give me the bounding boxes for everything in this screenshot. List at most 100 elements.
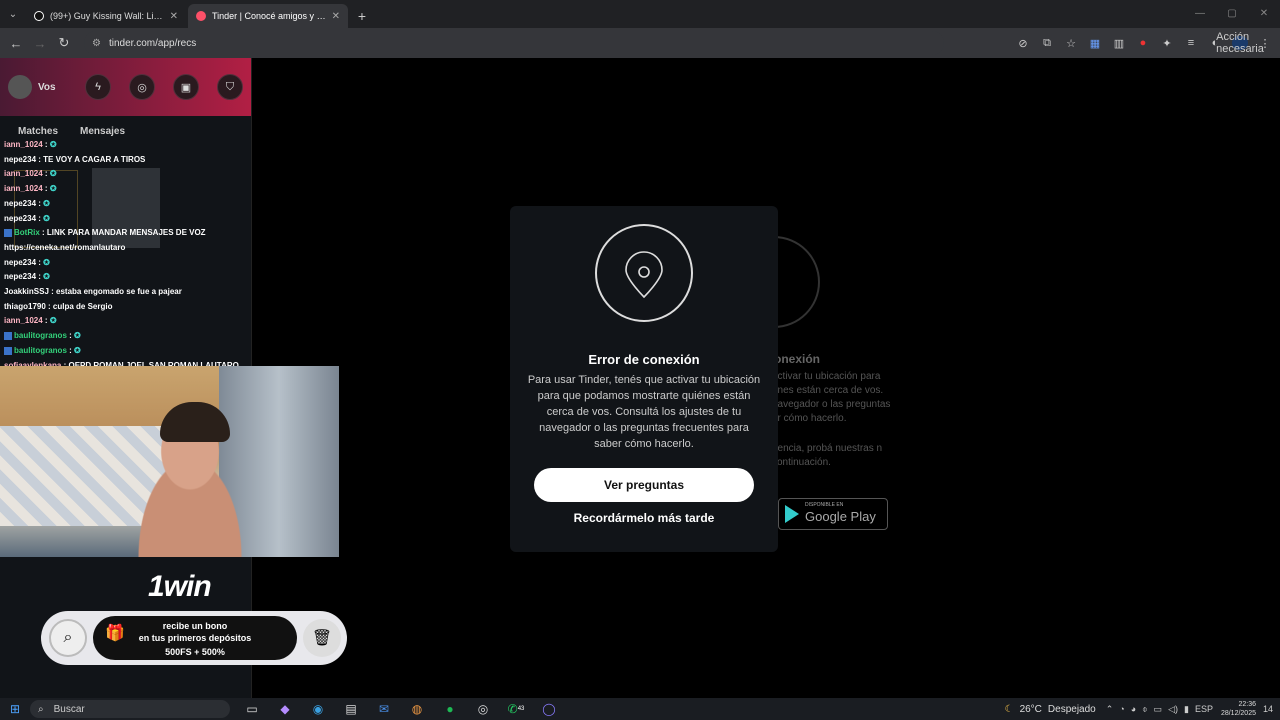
connection-error-modal: Error de conexión Para usar Tinder, tené… xyxy=(510,206,778,552)
chat-separator: : xyxy=(66,345,74,355)
chat-message: baulitogranos : ✪ xyxy=(0,344,252,359)
chat-separator: : xyxy=(66,331,74,341)
minimize-button[interactable]: — xyxy=(1184,0,1216,26)
ver-preguntas-button[interactable]: Ver preguntas xyxy=(534,468,754,502)
sidebar-header: Vos ϟ ◎ ▣ ⛉ xyxy=(0,58,251,116)
app-icon[interactable]: ◯ xyxy=(539,700,559,718)
extension-icon[interactable]: ▥ xyxy=(1112,36,1126,50)
chat-username: baulitogranos xyxy=(14,331,67,341)
boost-icon[interactable]: ϟ xyxy=(85,74,111,100)
webcam-overlay xyxy=(0,366,339,557)
date: 28/12/2025 xyxy=(1220,710,1256,717)
chat-username: baulitogranos xyxy=(14,345,67,355)
chat-separator: : xyxy=(48,287,57,297)
edge-icon[interactable]: ◉ xyxy=(308,700,328,718)
background-text: activar tu ubicación para énes están cer… xyxy=(772,371,891,424)
avatar[interactable] xyxy=(8,75,32,99)
tab-tinder[interactable]: Tinder | Conocé amigos y gente ✕ xyxy=(188,4,348,28)
battery-icon[interactable]: ▮ xyxy=(1184,704,1189,715)
task-view-icon[interactable]: ▭ xyxy=(242,700,262,718)
chevron-up-icon[interactable]: ⌃ xyxy=(1106,704,1114,715)
close-icon[interactable]: ✕ xyxy=(170,11,178,22)
briefcase-icon[interactable]: ▣ xyxy=(173,74,199,100)
taskbar-search[interactable]: ⌕ Buscar xyxy=(30,700,230,718)
microphone-icon[interactable]: ⌽ xyxy=(1142,704,1147,715)
google-play-badge[interactable]: DISPONIBLE EN Google Play xyxy=(778,498,888,530)
chrome-icon[interactable]: ◍ xyxy=(407,700,427,718)
remind-later-button[interactable]: Recordármelo más tarde xyxy=(534,508,754,528)
extensions-puzzle-icon[interactable]: ✦ xyxy=(1160,36,1174,50)
page-content: Vos ϟ ◎ ▣ ⛉ Matches Mensajes iann_1024 :… xyxy=(0,58,1280,698)
chat-message: nepe234 : ✪ xyxy=(0,197,252,212)
notifications-count[interactable]: 14 xyxy=(1256,704,1280,714)
chat-message: BotRix : LINK PARA MANDAR MENSAJES DE VO… xyxy=(0,226,252,241)
chat-username: iann_1024 xyxy=(4,169,43,179)
volume-icon[interactable]: ◁) xyxy=(1168,704,1178,715)
tinder-icon xyxy=(196,11,206,21)
chat-message: iann_1024 : ✪ xyxy=(0,182,252,197)
store-icon[interactable]: ▤ xyxy=(341,700,361,718)
adblock-extension-icon[interactable]: ● xyxy=(1136,36,1150,50)
language-indicator[interactable]: ESP xyxy=(1195,704,1213,714)
modal-title: Error de conexión xyxy=(588,352,700,367)
obs-icon[interactable]: ◎ xyxy=(473,700,493,718)
media-controls-icon[interactable]: ≡ xyxy=(1184,36,1198,50)
spotify-icon[interactable]: ● xyxy=(440,700,460,718)
address-bar[interactable]: ⚙ tinder.com/app/recs xyxy=(84,31,944,55)
chat-message: nepe234 : ✪ xyxy=(0,212,252,227)
whatsapp-icon[interactable]: ✆ 43 xyxy=(506,700,526,718)
copilot-icon[interactable]: ◆ xyxy=(275,700,295,718)
chat-emote-icon: ✪ xyxy=(43,257,50,267)
maximize-button[interactable]: ▢ xyxy=(1216,0,1248,26)
close-icon[interactable]: ✕ xyxy=(332,11,340,22)
chat-message: iann_1024 : ✪ xyxy=(0,167,252,182)
action-needed-button[interactable]: Acción necesaria xyxy=(1216,31,1264,55)
back-button[interactable]: ← xyxy=(4,36,28,51)
profile-label[interactable]: Vos xyxy=(38,82,56,93)
windows-start-icon[interactable]: ⊞ xyxy=(0,702,30,716)
location-pin-icon xyxy=(595,224,693,322)
tray-app-icon[interactable]: ◕ xyxy=(1131,704,1136,714)
modal-text: Para usar Tinder, tenés que activar tu u… xyxy=(527,374,761,450)
shield-icon[interactable]: ⛉ xyxy=(217,74,243,100)
trash-icon: 🗑 xyxy=(303,619,341,657)
background-title: onexión xyxy=(774,352,821,366)
network-icon[interactable]: ▭ xyxy=(1154,704,1163,715)
url-text: tinder.com/app/recs xyxy=(108,37,197,49)
chat-message: nepe234 : TE VOY A CAGAR A TIROS xyxy=(0,153,252,168)
mail-icon[interactable]: ✉ xyxy=(374,700,394,718)
translate-extension-icon[interactable]: ▦ xyxy=(1088,36,1102,50)
tab-twitch[interactable]: (99+) Guy Kissing Wall: Licking I ✕ xyxy=(26,4,186,28)
explore-compass-icon[interactable]: ◎ xyxy=(129,74,155,100)
close-window-button[interactable]: ✕ xyxy=(1248,0,1280,26)
tray-app-icon[interactable]: ◔ xyxy=(1119,704,1124,714)
search-label: Buscar xyxy=(53,703,85,715)
menu-kebab-icon[interactable]: ⋮ xyxy=(1258,36,1272,50)
chat-message: https://ceneka.net/romanlautaro xyxy=(0,241,252,256)
chat-badge-icon xyxy=(4,346,12,355)
toolbar-icons: ⊘ ⧉ ☆ ▦ ▥ ● ✦ ≡ ◐ Acción necesaria ⋮ xyxy=(1016,31,1280,55)
chat-username: JoakkinSSJ xyxy=(4,287,49,297)
clock[interactable]: 22:36 28/12/2025 xyxy=(1221,700,1256,718)
chat-message: nepe234 : ✪ xyxy=(0,270,252,285)
bookmark-star-icon[interactable]: ☆ xyxy=(1064,36,1078,50)
ad-line: 500FS + 500% xyxy=(165,647,225,657)
chat-emote-icon: ✪ xyxy=(49,316,57,326)
location-blocked-icon[interactable]: ⊘ xyxy=(1016,36,1030,50)
chat-message: iann_1024 : ✪ xyxy=(0,138,252,153)
tab-matches[interactable]: Matches xyxy=(18,126,58,137)
tab-mensajes[interactable]: Mensajes xyxy=(80,126,125,137)
chat-badge-icon xyxy=(4,229,12,238)
reload-button[interactable]: ↻ xyxy=(52,35,76,51)
new-tab-button[interactable]: + xyxy=(350,4,374,28)
install-app-icon[interactable]: ⧉ xyxy=(1040,36,1054,50)
chat-username: iann_1024 xyxy=(4,316,43,326)
tiktok-icon xyxy=(34,11,44,21)
weather-widget[interactable]: ☾ 26°C Despejado xyxy=(1005,704,1096,715)
site-info-icon[interactable]: ⚙ xyxy=(92,38,101,49)
tab-search-button[interactable]: ⌄ xyxy=(0,0,26,28)
chat-username: iann_1024 xyxy=(4,184,43,194)
chat-message: baulitogranos : ✪ xyxy=(0,329,252,344)
forward-button[interactable]: → xyxy=(28,36,52,51)
chat-emote-icon: ✪ xyxy=(74,345,81,355)
